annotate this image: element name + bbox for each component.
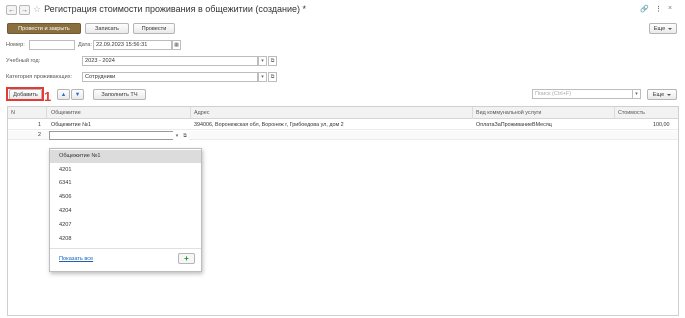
dropdown-item[interactable]: 4204 (50, 205, 201, 218)
chevron-down-icon[interactable]: ▾ (258, 72, 267, 82)
fill-table-button[interactable]: Заполнить ТЧ (93, 89, 146, 100)
col-service[interactable]: Вид коммунальной услуги (476, 110, 541, 116)
move-down-button[interactable]: ▼ (71, 89, 84, 100)
chevron-down-icon[interactable]: ▾ (173, 131, 181, 140)
search-input[interactable]: Поиск (Ctrl+F) (532, 89, 640, 99)
dorm-edit-field[interactable] (49, 131, 181, 140)
row-number: 2 (38, 132, 41, 138)
open-icon[interactable]: ⧉ (181, 131, 189, 140)
dropdown-item[interactable]: 6341 (50, 177, 201, 190)
dropdown-item[interactable]: 4207 (50, 219, 201, 232)
show-all-link[interactable]: Показать все (59, 256, 93, 262)
row-number: 1 (38, 122, 41, 128)
dropdown-item[interactable]: 4201 (50, 164, 201, 177)
move-up-button[interactable]: ▲ (57, 89, 70, 100)
number-label: Номер: (6, 42, 25, 48)
arrow-right-icon: → (21, 6, 28, 14)
dorm-cell[interactable]: Общежитие №1 (51, 122, 91, 128)
post-and-close-button[interactable]: Провести и закрыть (7, 23, 81, 34)
more-button[interactable]: Еще (649, 23, 677, 34)
number-field[interactable] (29, 40, 75, 50)
search-dropdown-icon[interactable]: ▾ (632, 89, 641, 99)
col-cost[interactable]: Стоимость (618, 110, 645, 116)
col-address[interactable]: Адрес (194, 110, 209, 116)
dorm-dropdown: Общежитие №1 4201 6341 4506 4204 4207 42… (49, 148, 202, 272)
category-field[interactable]: Сотрудники (82, 72, 258, 82)
close-icon[interactable]: × (668, 5, 672, 12)
plus-icon: + (184, 254, 189, 263)
address-cell[interactable]: 394006, Воронежская обл, Воронеж г, Гриб… (194, 122, 344, 128)
table-row[interactable]: 1 Общежитие №1 394006, Воронежская обл, … (8, 121, 678, 130)
year-field[interactable]: 2023 - 2024 (82, 56, 258, 66)
table-more-button[interactable]: Еще (647, 89, 677, 100)
menu-icon[interactable]: ⋮ (655, 5, 662, 13)
save-button[interactable]: Записать (85, 23, 129, 34)
table-header: N Общежитие Адрес Вид коммунальной услуг… (8, 107, 678, 119)
open-icon[interactable]: ⧉ (268, 72, 277, 82)
date-label: Дата: (78, 42, 92, 48)
dropdown-item[interactable]: Общежитие №1 (50, 150, 201, 163)
link-icon[interactable]: 🔗 (640, 5, 649, 13)
dropdown-item[interactable]: 4506 (50, 191, 201, 204)
arrow-down-icon: ▼ (74, 91, 81, 98)
category-label: Категория проживающих: (6, 74, 73, 80)
star-icon[interactable]: ☆ (33, 4, 41, 14)
calendar-icon[interactable]: ▦ (172, 40, 181, 50)
dropdown-divider (50, 248, 201, 249)
service-cell[interactable]: ОплатаЗаПроживаниеВМесяц (476, 122, 552, 128)
back-button[interactable]: ← (6, 5, 17, 15)
table-row[interactable]: 2 ▾ ⧉ (8, 131, 678, 140)
title-text: Регистрация стоимости проживания в общеж… (44, 4, 307, 14)
step-marker: 1 (44, 89, 52, 104)
page-title: ☆ Регистрация стоимости проживания в обще… (33, 4, 306, 15)
dropdown-item[interactable]: 4208 (50, 233, 201, 246)
post-button[interactable]: Провести (133, 23, 175, 34)
open-icon[interactable]: ⧉ (268, 56, 277, 66)
forward-button[interactable]: → (19, 5, 30, 15)
arrow-up-icon: ▲ (60, 91, 67, 98)
date-field[interactable]: 22.09.2023 15:56:31 (93, 40, 172, 50)
cost-cell[interactable]: 100,00 (653, 122, 670, 128)
col-n[interactable]: N (11, 110, 15, 116)
chevron-down-icon[interactable]: ▾ (258, 56, 267, 66)
arrow-left-icon: ← (8, 6, 15, 14)
year-label: Учебный год: (6, 58, 41, 64)
col-dorm[interactable]: Общежитие (51, 110, 81, 116)
add-item-button[interactable]: + (178, 253, 195, 264)
highlight-frame (6, 87, 44, 101)
table-more-label: Еще (652, 91, 665, 98)
more-label: Еще (653, 25, 666, 32)
